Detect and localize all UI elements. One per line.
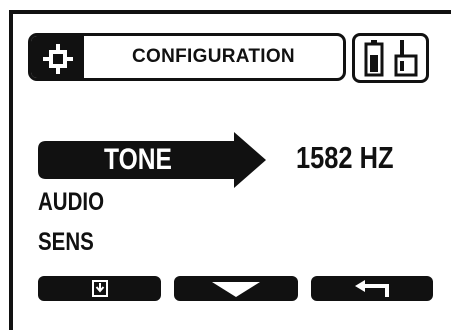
battery-icon — [364, 40, 384, 77]
page-title: CONFIGURATION — [132, 46, 295, 67]
back-arrow-icon — [355, 280, 389, 297]
back-button[interactable] — [311, 276, 433, 301]
menu-item-tone-selected[interactable]: TONE — [38, 132, 266, 188]
transmitter-icon — [394, 40, 418, 77]
status-icons — [352, 33, 429, 83]
save-icon — [92, 280, 108, 297]
down-arrow-icon — [212, 282, 260, 297]
crosshair-icon — [43, 44, 73, 74]
menu-item-audio[interactable]: AUDIO — [38, 188, 104, 217]
tone-value: 1582 HZ — [296, 140, 394, 175]
menu-item-label: TONE — [104, 143, 172, 176]
save-button[interactable] — [38, 276, 161, 301]
scroll-down-button[interactable] — [174, 276, 298, 301]
header-bar: CONFIGURATION — [28, 33, 346, 81]
menu-item-sens[interactable]: SENS — [38, 228, 94, 257]
mode-icon-box — [31, 36, 84, 78]
